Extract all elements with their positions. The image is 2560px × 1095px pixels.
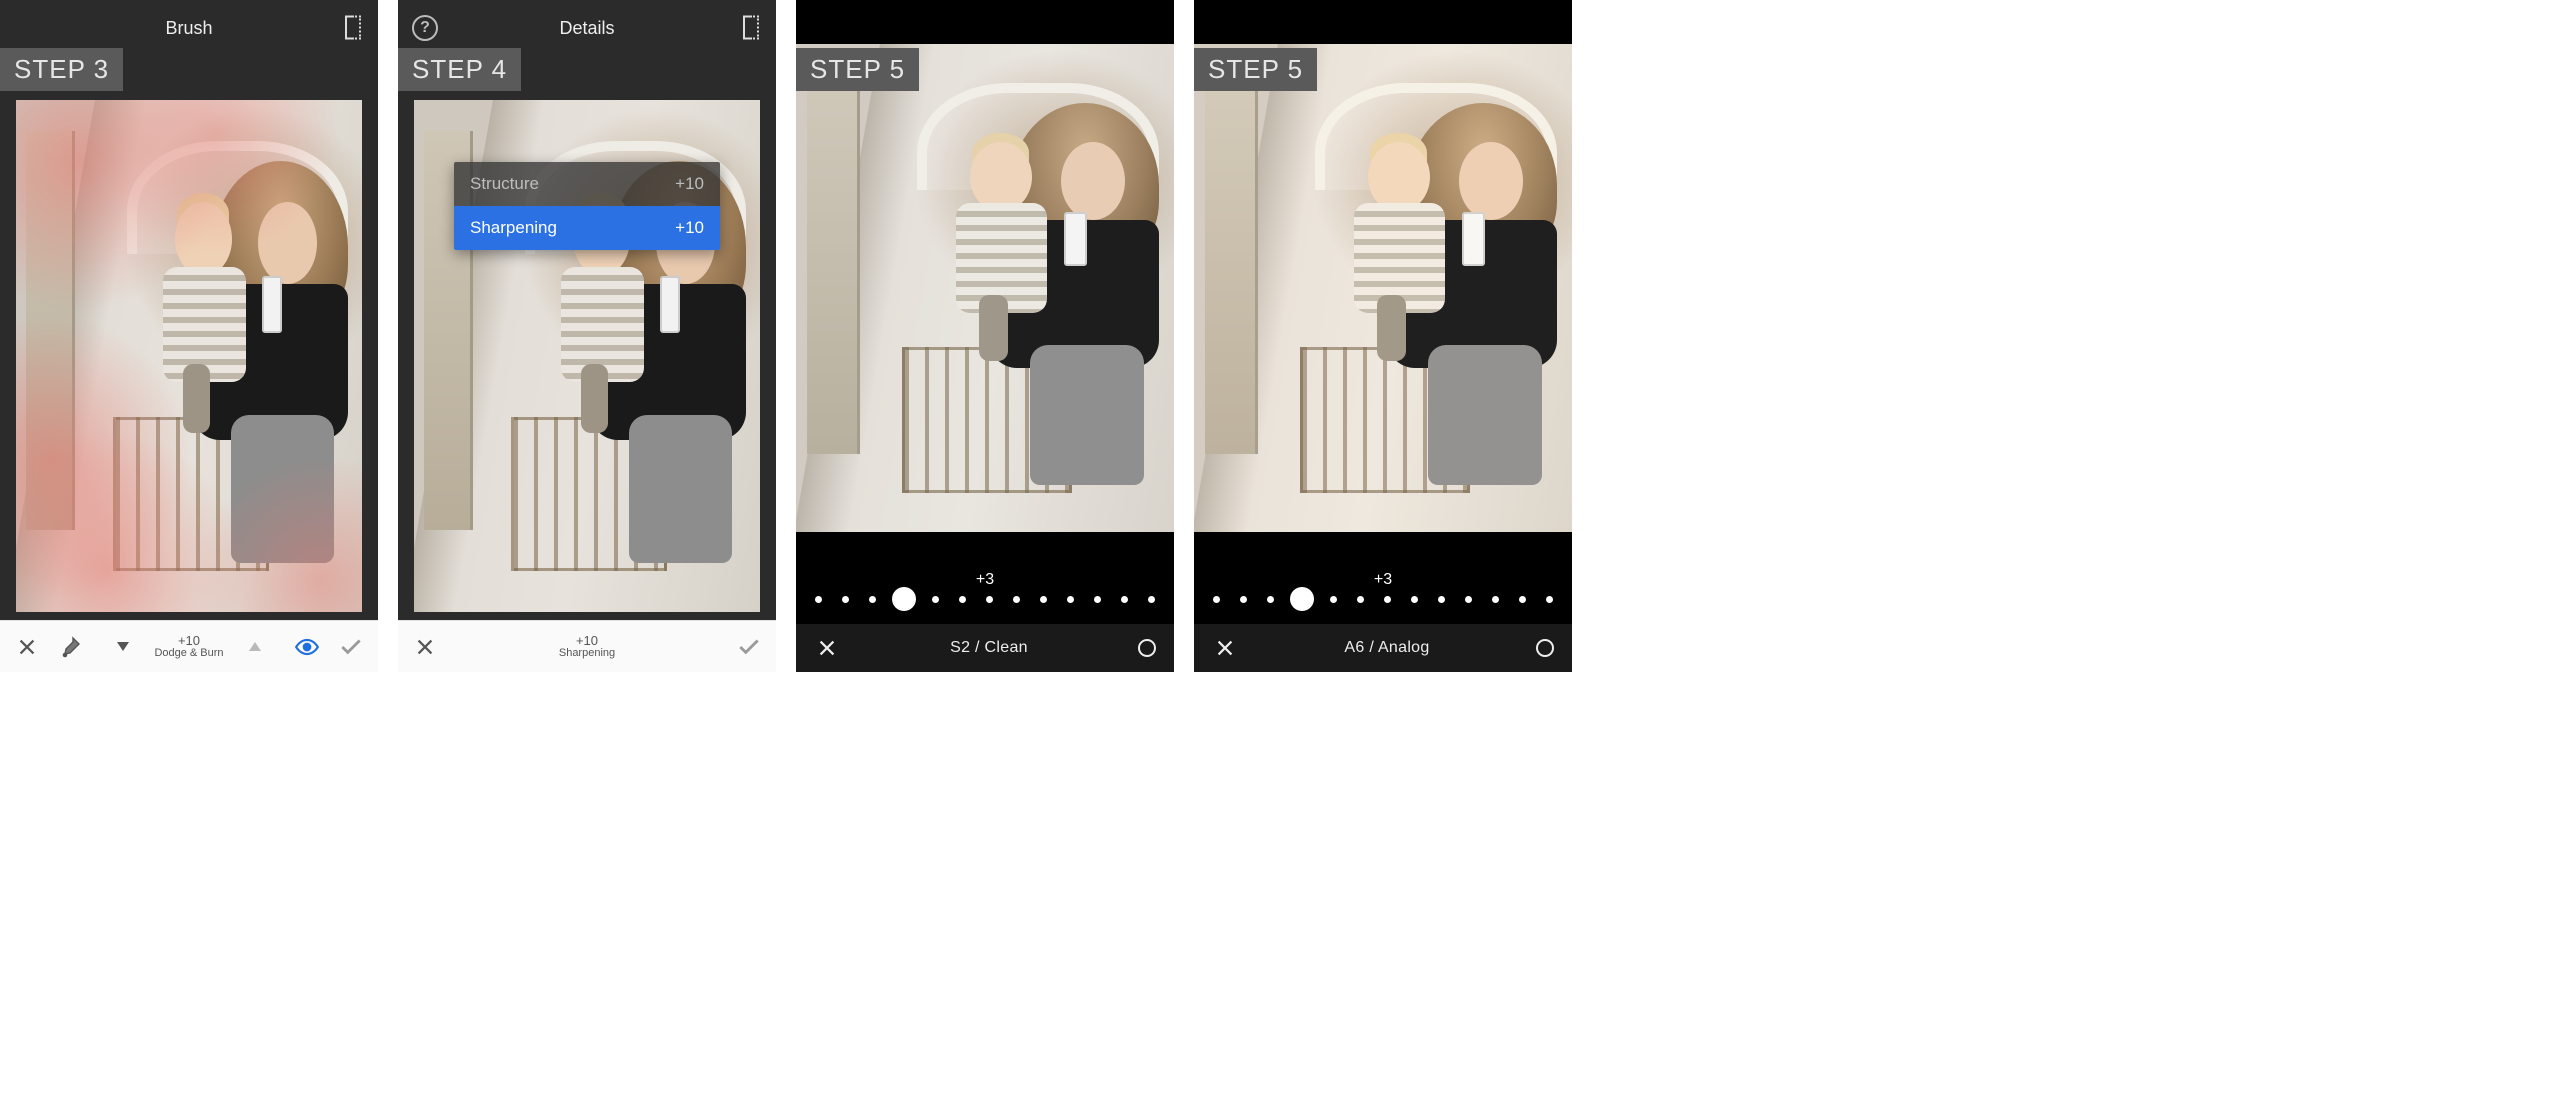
bottom-bar: A6 / Analog [1194, 624, 1572, 672]
brush-mode-label: Dodge & Burn [154, 647, 223, 659]
param-label: Sharpening [559, 647, 615, 659]
photo-content [16, 100, 362, 612]
menu-item-structure[interactable]: Structure +10 [454, 162, 720, 206]
cancel-button[interactable] [1212, 635, 1238, 661]
cancel-button[interactable] [814, 635, 840, 661]
param-value: +10 [559, 634, 615, 648]
apply-button[interactable] [338, 634, 364, 660]
brush-tool-icon[interactable] [58, 634, 84, 660]
slider-track[interactable] [815, 595, 1155, 603]
menu-item-label: Structure [470, 174, 539, 194]
photo-canvas[interactable] [16, 100, 362, 612]
photo-canvas[interactable] [1194, 44, 1572, 532]
preset-label: S2 / Clean [950, 639, 1028, 657]
slider-knob[interactable] [892, 587, 916, 611]
menu-item-value: +10 [675, 218, 704, 238]
bottom-toolbar: +10 Dodge & Burn [0, 620, 378, 672]
param-readout[interactable]: +10 Sharpening [559, 634, 615, 659]
preset-label: A6 / Analog [1344, 639, 1429, 657]
panel-snapseed-brush: Brush STEP 3 +10 Dodge & Burn [0, 0, 378, 672]
step-badge: STEP 5 [796, 48, 919, 91]
decrease-button[interactable] [110, 634, 136, 660]
panel-vsco-a6: STEP 5 +3 A6 / Analog [1194, 0, 1572, 672]
menu-item-value: +10 [675, 174, 704, 194]
photo-content [1194, 44, 1572, 532]
cancel-button[interactable] [14, 634, 40, 660]
photo-canvas[interactable] [796, 44, 1174, 532]
apply-button[interactable] [736, 634, 762, 660]
menu-item-label: Sharpening [470, 218, 557, 238]
slider-knob[interactable] [1290, 587, 1314, 611]
slider-value: +3 [1374, 571, 1392, 589]
bottom-bar: S2 / Clean [796, 624, 1174, 672]
parameter-menu: Structure +10 Sharpening +10 [454, 162, 720, 250]
brush-value: +10 [154, 634, 223, 648]
confirm-button[interactable] [1138, 639, 1156, 657]
compare-icon[interactable] [342, 15, 364, 42]
photo-canvas[interactable]: Structure +10 Sharpening +10 [414, 100, 760, 612]
increase-button[interactable] [242, 634, 268, 660]
[interactable]: +3 [1194, 550, 1572, 624]
step-badge: STEP 4 [398, 48, 521, 91]
bottom-toolbar: +10 Sharpening [398, 620, 776, 672]
slider-value: +3 [976, 571, 994, 589]
slider-track[interactable] [1213, 595, 1553, 603]
header-title: Details [559, 18, 614, 39]
help-icon[interactable]: ? [412, 15, 438, 41]
menu-item-sharpening[interactable]: Sharpening +10 [454, 206, 720, 250]
mask-visibility-icon[interactable] [294, 634, 320, 660]
step-badge: STEP 3 [0, 48, 123, 91]
brush-mode-readout[interactable]: +10 Dodge & Burn [154, 634, 223, 659]
panel-snapseed-details: ? Details STEP 4 Structure +10 Sharpenin… [398, 0, 776, 672]
cancel-button[interactable] [412, 634, 438, 660]
step-badge: STEP 5 [1194, 48, 1317, 91]
confirm-button[interactable] [1536, 639, 1554, 657]
photo-content [796, 44, 1174, 532]
strength-slider[interactable]: +3 [796, 550, 1174, 624]
compare-icon[interactable] [740, 15, 762, 42]
header-title: Brush [165, 18, 212, 39]
panel-vsco-s2: STEP 5 +3 S2 / Clean [796, 0, 1174, 672]
